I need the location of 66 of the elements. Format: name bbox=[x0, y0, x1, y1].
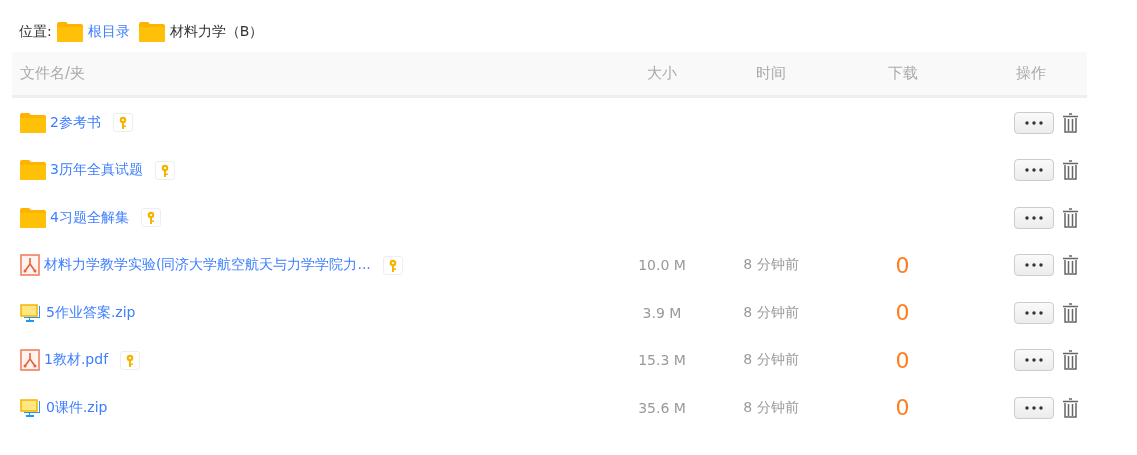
more-button[interactable] bbox=[1013, 301, 1054, 324]
file-name-link[interactable]: 2参考书 bbox=[50, 113, 101, 132]
more-button[interactable] bbox=[1013, 159, 1054, 182]
column-header: 下载 bbox=[886, 63, 919, 84]
download-count: 0 bbox=[895, 395, 910, 421]
key-badge[interactable] bbox=[154, 160, 175, 180]
trash-icon[interactable] bbox=[1061, 112, 1079, 133]
key-badge[interactable] bbox=[140, 208, 161, 228]
breadcrumb-link[interactable]: 根目录 bbox=[87, 23, 130, 41]
key-badge[interactable] bbox=[120, 350, 141, 370]
key-icon bbox=[160, 163, 169, 177]
file-name-link[interactable]: 4习题全解集 bbox=[50, 208, 129, 227]
file-name-link[interactable]: 3历年全真试题 bbox=[50, 161, 143, 180]
folder-icon bbox=[138, 22, 165, 42]
ellipsis-icon bbox=[1024, 168, 1043, 173]
monitor-icon bbox=[20, 301, 42, 324]
key-icon bbox=[146, 211, 155, 225]
file-size: 35.6 M bbox=[638, 399, 686, 416]
modified-time: 8 分钟前 bbox=[743, 351, 799, 370]
more-button[interactable] bbox=[1013, 206, 1054, 229]
trash-icon[interactable] bbox=[1061, 350, 1079, 371]
trash-icon[interactable] bbox=[1061, 397, 1079, 418]
pdf-icon bbox=[20, 254, 40, 277]
file-name-link[interactable]: 0课件.zip bbox=[46, 398, 108, 417]
column-header: 时间 bbox=[755, 63, 787, 84]
location-label: 位置: bbox=[19, 23, 52, 41]
more-button[interactable] bbox=[1013, 396, 1054, 419]
more-button[interactable] bbox=[1013, 254, 1054, 277]
file-name-link[interactable]: 材料力学教学实验(同济大学航空航天与力学学院力... bbox=[44, 256, 371, 275]
ellipsis-icon bbox=[1024, 310, 1043, 315]
file-name-link[interactable]: 1教材.pdf bbox=[44, 351, 109, 370]
column-header: 文件名/夹 bbox=[19, 63, 87, 84]
pdf-icon bbox=[20, 349, 40, 372]
key-badge[interactable] bbox=[112, 113, 133, 133]
key-icon bbox=[388, 258, 397, 272]
ellipsis-icon bbox=[1024, 405, 1043, 410]
trash-icon[interactable] bbox=[1061, 255, 1079, 276]
folder-icon bbox=[20, 160, 46, 181]
folder-icon bbox=[20, 112, 46, 133]
file-name-link[interactable]: 5作业答案.zip bbox=[46, 303, 136, 322]
ellipsis-icon bbox=[1024, 358, 1043, 363]
modified-time: 8 分钟前 bbox=[743, 303, 799, 322]
trash-icon[interactable] bbox=[1061, 302, 1079, 323]
ellipsis-icon bbox=[1024, 263, 1043, 268]
more-button[interactable] bbox=[1013, 111, 1054, 134]
trash-icon[interactable] bbox=[1061, 160, 1079, 181]
trash-icon[interactable] bbox=[1061, 207, 1079, 228]
folder-icon bbox=[20, 207, 46, 228]
file-size: 3.9 M bbox=[642, 304, 682, 321]
key-icon bbox=[126, 353, 135, 367]
key-icon bbox=[118, 116, 127, 130]
download-count: 0 bbox=[895, 252, 910, 278]
column-header: 操作 bbox=[1015, 63, 1047, 84]
ellipsis-icon bbox=[1024, 120, 1043, 125]
key-badge[interactable] bbox=[382, 255, 403, 275]
monitor-icon bbox=[20, 396, 42, 419]
download-count: 0 bbox=[895, 347, 910, 373]
modified-time: 8 分钟前 bbox=[743, 256, 799, 275]
more-button[interactable] bbox=[1013, 349, 1054, 372]
folder-icon bbox=[56, 22, 83, 42]
file-size: 15.3 M bbox=[638, 352, 686, 369]
file-size: 10.0 M bbox=[638, 257, 686, 274]
column-header: 大小 bbox=[646, 63, 678, 84]
modified-time: 8 分钟前 bbox=[743, 398, 799, 417]
ellipsis-icon bbox=[1024, 215, 1043, 220]
download-count: 0 bbox=[895, 300, 910, 326]
